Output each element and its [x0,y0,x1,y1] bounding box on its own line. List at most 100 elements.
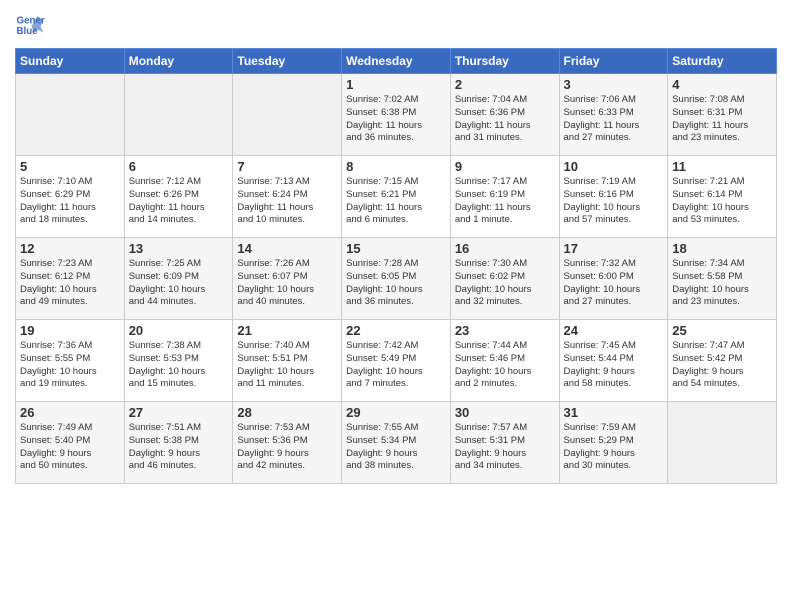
day-info-line: Daylight: 10 hours [672,202,772,215]
calendar-cell: 16Sunrise: 7:30 AMSunset: 6:02 PMDayligh… [450,238,559,320]
day-info-line: Sunset: 6:24 PM [237,189,337,202]
day-info-line: Sunrise: 7:08 AM [672,94,772,107]
day-info-line: Daylight: 11 hours [455,202,555,215]
day-info-line: and 36 minutes. [346,132,446,145]
calendar-cell: 24Sunrise: 7:45 AMSunset: 5:44 PMDayligh… [559,320,668,402]
day-info-line: Sunrise: 7:45 AM [564,340,664,353]
day-number: 6 [129,159,229,174]
day-number: 30 [455,405,555,420]
day-info-line: Sunset: 6:02 PM [455,271,555,284]
day-info-line: Sunset: 6:16 PM [564,189,664,202]
day-info-line: Daylight: 9 hours [129,448,229,461]
day-number: 3 [564,77,664,92]
calendar-week-row: 19Sunrise: 7:36 AMSunset: 5:55 PMDayligh… [16,320,777,402]
calendar-cell [16,74,125,156]
day-info-line: Sunrise: 7:19 AM [564,176,664,189]
calendar-cell: 11Sunrise: 7:21 AMSunset: 6:14 PMDayligh… [668,156,777,238]
day-info-line: Sunrise: 7:10 AM [20,176,120,189]
day-info-line: Sunrise: 7:06 AM [564,94,664,107]
day-info-line: Daylight: 11 hours [237,202,337,215]
day-info-line: Sunset: 6:19 PM [455,189,555,202]
day-info-line: Sunrise: 7:36 AM [20,340,120,353]
day-info-line: and 27 minutes. [564,132,664,145]
day-info-line: Sunrise: 7:15 AM [346,176,446,189]
day-info-line: Sunrise: 7:23 AM [20,258,120,271]
day-info-line: Daylight: 10 hours [346,284,446,297]
day-number: 22 [346,323,446,338]
calendar-cell: 23Sunrise: 7:44 AMSunset: 5:46 PMDayligh… [450,320,559,402]
day-info-line: Daylight: 10 hours [346,366,446,379]
day-info-line: Sunset: 5:51 PM [237,353,337,366]
calendar-cell [233,74,342,156]
day-header-tuesday: Tuesday [233,49,342,74]
calendar-table: SundayMondayTuesdayWednesdayThursdayFrid… [15,48,777,484]
day-info-line: Sunset: 5:49 PM [346,353,446,366]
calendar-cell: 5Sunrise: 7:10 AMSunset: 6:29 PMDaylight… [16,156,125,238]
day-number: 17 [564,241,664,256]
calendar-cell: 9Sunrise: 7:17 AMSunset: 6:19 PMDaylight… [450,156,559,238]
day-info-line: and 42 minutes. [237,460,337,473]
day-info-line: and 40 minutes. [237,296,337,309]
day-info-line: Sunset: 5:40 PM [20,435,120,448]
calendar-cell: 4Sunrise: 7:08 AMSunset: 6:31 PMDaylight… [668,74,777,156]
day-info-line: Sunrise: 7:44 AM [455,340,555,353]
day-number: 19 [20,323,120,338]
day-info-line: Sunset: 6:38 PM [346,107,446,120]
calendar-cell: 19Sunrise: 7:36 AMSunset: 5:55 PMDayligh… [16,320,125,402]
day-number: 14 [237,241,337,256]
day-info-line: and 27 minutes. [564,296,664,309]
day-number: 15 [346,241,446,256]
day-info-line: Daylight: 10 hours [455,366,555,379]
day-info-line: Sunrise: 7:42 AM [346,340,446,353]
day-info-line: Sunset: 6:26 PM [129,189,229,202]
day-number: 31 [564,405,664,420]
calendar-cell: 12Sunrise: 7:23 AMSunset: 6:12 PMDayligh… [16,238,125,320]
day-info-line: Daylight: 9 hours [564,366,664,379]
day-info-line: Daylight: 11 hours [20,202,120,215]
day-number: 10 [564,159,664,174]
day-number: 25 [672,323,772,338]
day-number: 5 [20,159,120,174]
day-info-line: Daylight: 10 hours [237,284,337,297]
day-info-line: Sunset: 6:36 PM [455,107,555,120]
day-number: 13 [129,241,229,256]
day-info-line: Daylight: 11 hours [346,120,446,133]
calendar-cell: 27Sunrise: 7:51 AMSunset: 5:38 PMDayligh… [124,402,233,484]
day-info-line: Sunset: 5:31 PM [455,435,555,448]
day-info-line: Daylight: 9 hours [672,366,772,379]
calendar-cell: 20Sunrise: 7:38 AMSunset: 5:53 PMDayligh… [124,320,233,402]
main-container: General Blue SundayMondayTuesdayWednesda… [0,0,792,494]
day-info-line: Sunrise: 7:40 AM [237,340,337,353]
day-info-line: Sunrise: 7:47 AM [672,340,772,353]
calendar-cell [668,402,777,484]
day-number: 16 [455,241,555,256]
day-info-line: Sunrise: 7:32 AM [564,258,664,271]
day-info-line: Daylight: 9 hours [455,448,555,461]
calendar-cell: 2Sunrise: 7:04 AMSunset: 6:36 PMDaylight… [450,74,559,156]
day-info-line: and 53 minutes. [672,214,772,227]
day-info-line: Daylight: 11 hours [129,202,229,215]
day-number: 20 [129,323,229,338]
day-info-line: and 57 minutes. [564,214,664,227]
day-info-line: and 38 minutes. [346,460,446,473]
day-info-line: Sunset: 6:07 PM [237,271,337,284]
day-info-line: and 19 minutes. [20,378,120,391]
day-number: 28 [237,405,337,420]
day-info-line: Sunset: 6:14 PM [672,189,772,202]
day-info-line: Sunrise: 7:49 AM [20,422,120,435]
day-info-line: and 18 minutes. [20,214,120,227]
calendar-cell: 3Sunrise: 7:06 AMSunset: 6:33 PMDaylight… [559,74,668,156]
day-info-line: Daylight: 10 hours [455,284,555,297]
calendar-cell: 31Sunrise: 7:59 AMSunset: 5:29 PMDayligh… [559,402,668,484]
calendar-cell: 17Sunrise: 7:32 AMSunset: 6:00 PMDayligh… [559,238,668,320]
day-number: 26 [20,405,120,420]
day-number: 24 [564,323,664,338]
day-info-line: and 23 minutes. [672,132,772,145]
day-info-line: Sunset: 6:33 PM [564,107,664,120]
calendar-week-row: 1Sunrise: 7:02 AMSunset: 6:38 PMDaylight… [16,74,777,156]
day-info-line: Sunrise: 7:55 AM [346,422,446,435]
day-info-line: Sunrise: 7:13 AM [237,176,337,189]
day-header-thursday: Thursday [450,49,559,74]
day-info-line: Daylight: 11 hours [346,202,446,215]
day-info-line: Daylight: 10 hours [20,284,120,297]
